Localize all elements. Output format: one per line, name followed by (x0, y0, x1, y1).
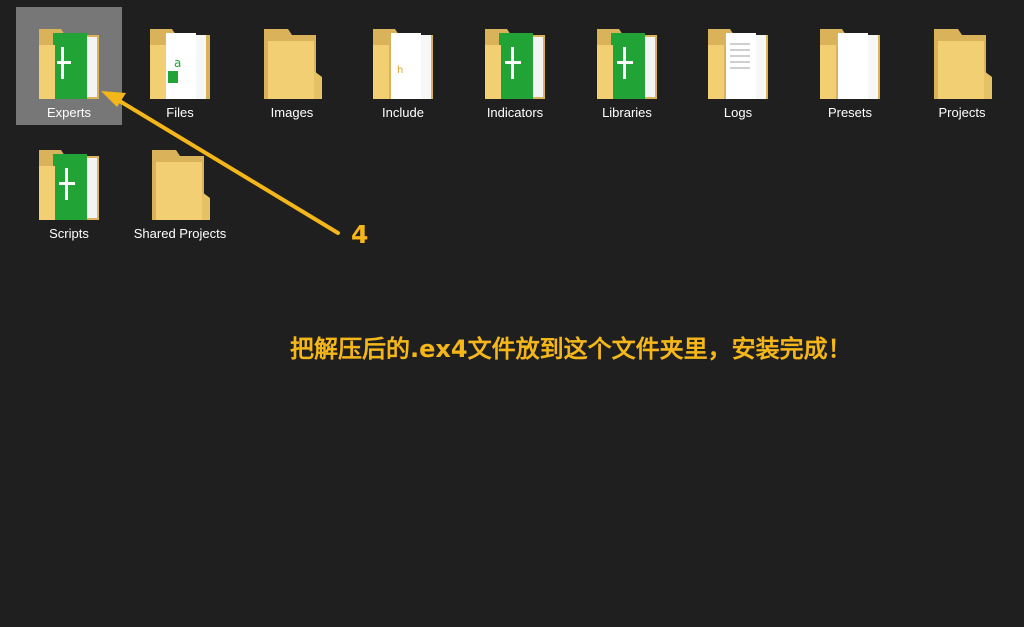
folder-label: Projects (938, 105, 986, 120)
folder-label: Shared Projects (133, 226, 227, 241)
svg-text:a: a (174, 56, 181, 70)
folder-mq-green-icon (485, 29, 545, 99)
folder-label: Presets (827, 105, 873, 120)
folder-label: Logs (723, 105, 753, 120)
folder-empty-icon (264, 29, 322, 99)
folder-shared-projects[interactable]: Shared Projects (127, 128, 233, 246)
folder-label: Include (382, 105, 424, 120)
folder-mq-green-icon (597, 29, 657, 99)
folder-include[interactable]: h Include (350, 7, 456, 125)
folder-view: Experts a Files Images h Include Indicat… (0, 0, 1024, 260)
folder-label: Scripts (49, 226, 89, 241)
folder-documents-icon (820, 29, 880, 99)
folder-label: Images (270, 105, 314, 120)
folder-scripts[interactable]: Scripts (16, 128, 122, 246)
folder-images[interactable]: Images (239, 7, 345, 125)
folder-label: Libraries (602, 105, 652, 120)
folder-indicators[interactable]: Indicators (462, 7, 568, 125)
instruction-text: 把解压后的.ex4文件放到这个文件夹里，安装完成！ (290, 335, 852, 363)
folder-files[interactable]: a Files (127, 7, 233, 125)
folder-experts[interactable]: Experts (16, 7, 122, 125)
svg-text:h: h (397, 65, 403, 76)
folder-mq-green-icon (39, 150, 99, 220)
folder-libraries[interactable]: Libraries (574, 7, 680, 125)
step-number: 4 (351, 220, 369, 249)
folder-mq-green-icon (39, 29, 99, 99)
folder-documents-icon: h (373, 29, 433, 99)
folder-label: Files (166, 105, 194, 120)
folder-documents-icon (708, 29, 768, 99)
folder-documents-icon: a (150, 29, 210, 99)
folder-presets[interactable]: Presets (797, 7, 903, 125)
folder-empty-icon (152, 150, 210, 220)
folder-empty-icon (934, 29, 992, 99)
folder-projects[interactable]: Projects (909, 7, 1015, 125)
folder-logs[interactable]: Logs (685, 7, 791, 125)
folder-label: Indicators (486, 105, 544, 120)
folder-label: Experts (46, 105, 92, 120)
